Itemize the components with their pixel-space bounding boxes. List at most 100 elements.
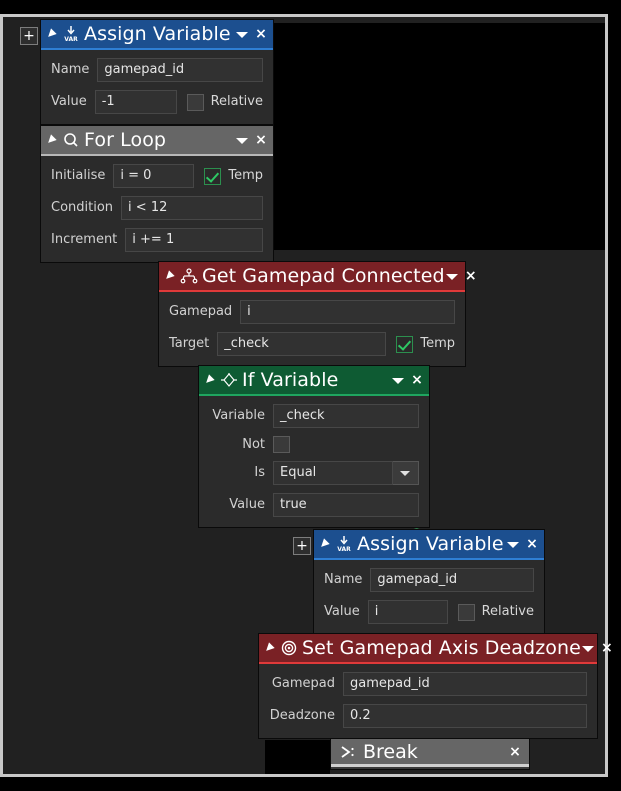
node-header-assign-variable-2[interactable]: VAR Assign Variable ×	[314, 530, 544, 560]
row-increment: Increment i += 1	[51, 228, 263, 252]
node-title: Set Gamepad Axis Deadzone	[302, 636, 581, 659]
target-field[interactable]: _check	[217, 332, 387, 356]
relative-checkbox-group: Relative	[457, 603, 534, 621]
not-checkbox[interactable]	[273, 436, 290, 453]
collapse-icon[interactable]	[205, 375, 215, 385]
chevron-down-icon[interactable]	[506, 537, 520, 551]
node-header-get-gamepad-connected[interactable]: Get Gamepad Connected ×	[159, 262, 477, 292]
row-is: Is Equal	[209, 461, 419, 485]
row-target: Target _check Temp	[169, 332, 455, 356]
canvas-frame-bottom	[0, 774, 608, 777]
node-if-variable[interactable]: If Variable × Variable _check Not Is Equ…	[198, 365, 430, 528]
collapse-icon[interactable]	[320, 539, 330, 549]
relative-checkbox[interactable]	[186, 93, 204, 111]
row-gamepad: Gamepad i	[169, 300, 455, 324]
node-title: Get Gamepad Connected	[202, 264, 445, 287]
assign-var-icon: VAR	[62, 24, 80, 44]
row-variable: Variable _check	[209, 404, 419, 428]
loop-icon	[62, 130, 80, 150]
row-label-name: Name	[324, 572, 363, 587]
temp-checkbox[interactable]	[396, 335, 414, 353]
close-icon[interactable]: ×	[509, 745, 521, 759]
row-value: Value true	[209, 493, 419, 517]
chevron-down-icon[interactable]	[235, 133, 249, 147]
gamepad-icon	[180, 266, 198, 286]
row-name: Name gamepad_id	[324, 568, 534, 592]
close-icon[interactable]: ×	[411, 373, 423, 387]
editor-pane-bottom-right	[558, 740, 605, 777]
close-icon[interactable]: ×	[255, 27, 267, 41]
relative-checkbox[interactable]	[457, 603, 475, 621]
name-field[interactable]: gamepad_id	[97, 58, 263, 82]
close-icon[interactable]: ×	[255, 133, 267, 147]
action-editor-canvas: + VAR Assign Variable × Name gamepad_id …	[0, 0, 621, 791]
node-header-break[interactable]: Break ×	[331, 739, 529, 767]
close-icon[interactable]: ×	[526, 537, 538, 551]
name-field[interactable]: gamepad_id	[370, 568, 534, 592]
increment-field[interactable]: i += 1	[125, 228, 263, 252]
node-for-loop[interactable]: For Loop × Initialise i = 0 Temp Conditi…	[40, 125, 274, 263]
row-gamepad: Gamepad gamepad_id	[269, 672, 587, 696]
node-header-set-gamepad-axis-deadzone[interactable]: Set Gamepad Axis Deadzone ×	[259, 634, 613, 664]
gamepad-field[interactable]: i	[240, 300, 455, 324]
node-assign-variable-2[interactable]: VAR Assign Variable × Name gamepad_id Va…	[313, 529, 545, 635]
canvas-frame-left	[0, 14, 3, 777]
deadzone-field[interactable]: 0.2	[343, 704, 587, 728]
temp-checkbox[interactable]	[204, 167, 222, 185]
node-set-gamepad-axis-deadzone[interactable]: Set Gamepad Axis Deadzone × Gamepad game…	[258, 633, 613, 739]
canvas-frame-right	[605, 14, 608, 777]
node-break[interactable]: Break ×	[330, 738, 530, 770]
value-field[interactable]: true	[273, 493, 419, 517]
row-label-variable: Variable	[212, 408, 265, 423]
node-body-assign-variable-1: Name gamepad_id Value -1 Relative	[41, 50, 273, 124]
row-label-not: Not	[242, 436, 265, 452]
row-value: Value -1 Relative	[51, 90, 263, 114]
condition-field[interactable]: i < 12	[121, 196, 263, 220]
row-label-name: Name	[51, 62, 90, 77]
node-title: Assign Variable	[84, 22, 231, 45]
relative-checkbox-group: Relative	[186, 93, 263, 111]
is-dropdown[interactable]: Equal	[273, 461, 419, 485]
node-header-for-loop[interactable]: For Loop ×	[41, 126, 273, 156]
node-assign-variable-1[interactable]: VAR Assign Variable × Name gamepad_id Va…	[40, 19, 274, 125]
value-field[interactable]: -1	[94, 90, 177, 114]
chevron-down-icon[interactable]	[235, 27, 249, 41]
variable-field[interactable]: _check	[273, 404, 419, 428]
collapse-icon[interactable]	[165, 271, 175, 281]
gamepad-field[interactable]: gamepad_id	[343, 672, 587, 696]
collapse-icon[interactable]	[47, 29, 57, 39]
collapse-icon[interactable]	[47, 135, 57, 145]
row-label-condition: Condition	[51, 200, 114, 215]
row-label-gamepad: Gamepad	[169, 304, 233, 319]
node-get-gamepad-connected[interactable]: Get Gamepad Connected × Gamepad i Target…	[158, 261, 477, 367]
node-body-set-gamepad-axis-deadzone: Gamepad gamepad_id Deadzone 0.2	[259, 664, 597, 738]
row-label-target: Target	[169, 336, 210, 351]
add-node-button-assign2[interactable]: +	[293, 537, 311, 555]
node-title: Assign Variable	[357, 532, 504, 555]
row-label-deadzone: Deadzone	[269, 708, 335, 723]
row-deadzone: Deadzone 0.2	[269, 704, 587, 728]
break-icon	[339, 742, 357, 762]
node-title: Break	[363, 740, 418, 763]
close-icon[interactable]: ×	[465, 269, 477, 283]
relative-label: Relative	[481, 604, 534, 619]
chevron-down-icon[interactable]	[391, 373, 405, 387]
relative-label: Relative	[210, 94, 263, 109]
node-header-assign-variable-1[interactable]: VAR Assign Variable ×	[41, 20, 273, 50]
node-body-assign-variable-2: Name gamepad_id Value i Relative	[314, 560, 544, 634]
chevron-down-icon[interactable]	[581, 641, 595, 655]
chevron-down-icon[interactable]	[393, 461, 419, 485]
add-node-button-assign1[interactable]: +	[20, 27, 38, 45]
assign-var-icon: VAR	[335, 534, 353, 554]
close-icon[interactable]: ×	[601, 641, 613, 655]
node-header-if-variable[interactable]: If Variable ×	[199, 366, 429, 396]
value-field[interactable]: i	[367, 600, 448, 624]
row-label-is: Is	[254, 465, 265, 480]
is-dropdown-value[interactable]: Equal	[273, 461, 393, 485]
chevron-down-icon[interactable]	[445, 269, 459, 283]
svg-text:VAR: VAR	[64, 36, 78, 43]
temp-checkbox-group: Temp	[396, 335, 455, 353]
collapse-icon[interactable]	[265, 643, 275, 653]
initialise-field[interactable]: i = 0	[113, 164, 195, 188]
target-icon	[280, 638, 298, 658]
